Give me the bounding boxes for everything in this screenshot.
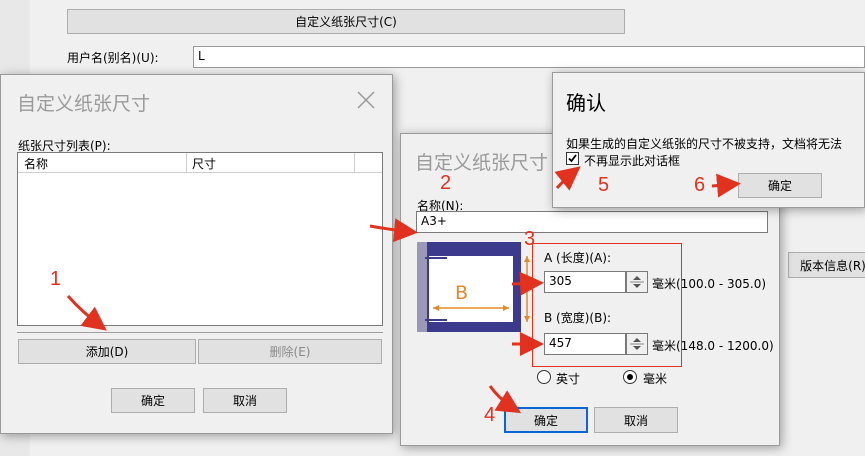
arrow-to-confirm-ok [711, 173, 741, 198]
arrow-to-checkbox [554, 166, 581, 191]
annotation-arrows [66, 166, 741, 414]
arrow-to-name-field [369, 218, 418, 243]
arrow-to-length-input [511, 271, 544, 296]
arrow-to-ok-button [488, 385, 522, 414]
arrow-to-add-button [66, 295, 107, 331]
